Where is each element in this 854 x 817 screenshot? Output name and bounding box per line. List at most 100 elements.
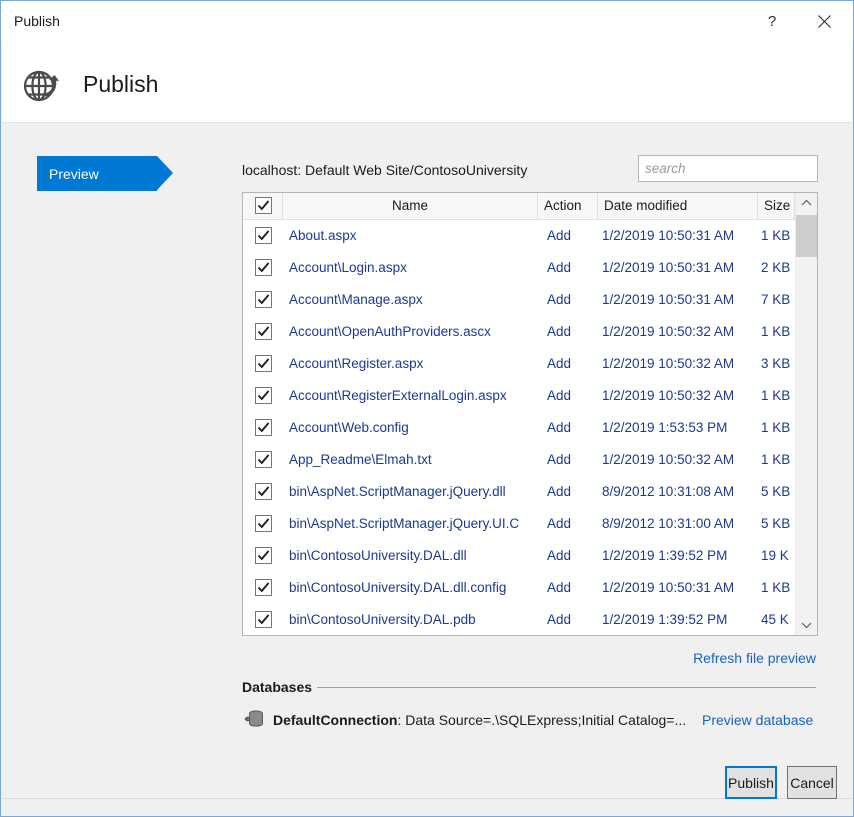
close-button[interactable] — [801, 1, 847, 42]
cell-size: 1 KB — [758, 220, 795, 252]
table-row[interactable]: bin\AspNet.ScriptManager.jQuery.UI.CAdd8… — [243, 508, 795, 540]
cell-action: Add — [538, 316, 598, 348]
scroll-up-button[interactable] — [796, 193, 817, 213]
cell-file-name: bin\ContosoUniversity.DAL.pdb — [283, 604, 538, 635]
row-checkbox-cell[interactable] — [243, 572, 283, 604]
row-checkbox-cell[interactable] — [243, 508, 283, 540]
databases-separator — [317, 687, 816, 688]
cell-file-name: bin\AspNet.ScriptManager.jQuery.dll — [283, 476, 538, 508]
checkmark-icon — [257, 549, 270, 562]
cell-size: 5 KB — [758, 508, 795, 540]
row-checkbox-cell[interactable] — [243, 252, 283, 284]
table-row[interactable]: bin\ContosoUniversity.DAL.pdbAdd1/2/2019… — [243, 604, 795, 635]
table-row[interactable]: Account\Register.aspxAdd1/2/2019 10:50:3… — [243, 348, 795, 380]
row-checkbox-cell[interactable] — [243, 444, 283, 476]
row-checkbox-cell[interactable] — [243, 348, 283, 380]
table-row[interactable]: Account\Login.aspxAdd1/2/2019 10:50:31 A… — [243, 252, 795, 284]
row-checkbox[interactable] — [255, 611, 272, 628]
row-checkbox[interactable] — [255, 515, 272, 532]
cell-size: 5 KB — [758, 476, 795, 508]
cell-action: Add — [538, 540, 598, 572]
row-checkbox[interactable] — [255, 579, 272, 596]
table-row[interactable]: bin\ContosoUniversity.DAL.dll.configAdd1… — [243, 572, 795, 604]
row-checkbox-cell[interactable] — [243, 380, 283, 412]
row-checkbox-cell[interactable] — [243, 540, 283, 572]
cell-size: 45 K — [758, 604, 795, 635]
cell-action: Add — [538, 252, 598, 284]
cell-size: 3 KB — [758, 348, 795, 380]
cell-date-modified: 1/2/2019 1:39:52 PM — [598, 540, 758, 572]
cell-action: Add — [538, 604, 598, 635]
cell-file-name: Account\Manage.aspx — [283, 284, 538, 316]
checkmark-icon — [257, 325, 270, 338]
row-checkbox[interactable] — [255, 387, 272, 404]
column-header-size[interactable]: Size — [758, 193, 795, 219]
select-all-header-cell[interactable] — [243, 193, 283, 219]
checkmark-icon — [257, 485, 270, 498]
row-checkbox[interactable] — [255, 419, 272, 436]
checkmark-icon — [257, 453, 270, 466]
row-checkbox-cell[interactable] — [243, 604, 283, 635]
help-button[interactable]: ? — [749, 1, 795, 42]
row-checkbox[interactable] — [255, 227, 272, 244]
checkmark-icon — [257, 229, 270, 242]
cell-date-modified: 1/2/2019 10:50:32 AM — [598, 444, 758, 476]
row-checkbox-cell[interactable] — [243, 476, 283, 508]
row-checkbox-cell[interactable] — [243, 220, 283, 252]
table-row[interactable]: Account\Manage.aspxAdd1/2/2019 10:50:31 … — [243, 284, 795, 316]
file-list-scrollbar[interactable] — [795, 193, 817, 635]
row-checkbox[interactable] — [255, 323, 272, 340]
checkmark-icon — [257, 517, 270, 530]
file-list-header: Name Action Date modified Size — [243, 193, 817, 220]
row-checkbox[interactable] — [255, 355, 272, 372]
row-checkbox[interactable] — [255, 483, 272, 500]
chevron-up-icon — [801, 199, 812, 207]
cell-size: 1 KB — [758, 444, 795, 476]
file-list-body: About.aspxAdd1/2/2019 10:50:31 AM1 KBAcc… — [243, 220, 795, 635]
cell-file-name: About.aspx — [283, 220, 538, 252]
table-row[interactable]: bin\AspNet.ScriptManager.jQuery.dllAdd8/… — [243, 476, 795, 508]
select-all-checkbox[interactable] — [255, 197, 272, 214]
search-input[interactable] — [638, 155, 818, 182]
cell-file-name: Account\Login.aspx — [283, 252, 538, 284]
cell-date-modified: 1/2/2019 10:50:32 AM — [598, 380, 758, 412]
database-connection-string: : Data Source=.\SQLExpress;Initial Catal… — [397, 712, 686, 728]
table-row[interactable]: Account\OpenAuthProviders.ascxAdd1/2/201… — [243, 316, 795, 348]
row-checkbox[interactable] — [255, 547, 272, 564]
column-header-action[interactable]: Action — [538, 193, 598, 219]
row-checkbox-cell[interactable] — [243, 284, 283, 316]
row-checkbox[interactable] — [255, 451, 272, 468]
table-row[interactable]: Account\Web.configAdd1/2/2019 1:53:53 PM… — [243, 412, 795, 444]
cell-file-name: Account\Register.aspx — [283, 348, 538, 380]
database-connection-row: DefaultConnection: Data Source=.\SQLExpr… — [273, 711, 686, 729]
column-header-date-modified[interactable]: Date modified — [598, 193, 758, 219]
preview-database-link[interactable]: Preview database — [702, 711, 813, 729]
cell-file-name: bin\ContosoUniversity.DAL.dll — [283, 540, 538, 572]
row-checkbox[interactable] — [255, 259, 272, 276]
publish-target-path: localhost: Default Web Site/ContosoUnive… — [242, 161, 527, 179]
cell-size: 1 KB — [758, 572, 795, 604]
scrollbar-thumb[interactable] — [796, 215, 817, 257]
publish-globe-icon — [19, 63, 63, 107]
cancel-button[interactable]: Cancel — [787, 766, 837, 799]
cell-date-modified: 1/2/2019 10:50:31 AM — [598, 220, 758, 252]
scroll-down-button[interactable] — [796, 615, 817, 635]
cell-size: 1 KB — [758, 380, 795, 412]
sidebar-item-preview[interactable]: Preview — [37, 156, 197, 191]
publish-button[interactable]: Publish — [725, 766, 777, 799]
row-checkbox-cell[interactable] — [243, 316, 283, 348]
table-row[interactable]: bin\ContosoUniversity.DAL.dllAdd1/2/2019… — [243, 540, 795, 572]
table-row[interactable]: About.aspxAdd1/2/2019 10:50:31 AM1 KB — [243, 220, 795, 252]
close-icon — [818, 15, 831, 28]
cell-action: Add — [538, 348, 598, 380]
table-row[interactable]: Account\RegisterExternalLogin.aspxAdd1/2… — [243, 380, 795, 412]
table-row[interactable]: App_Readme\Elmah.txtAdd1/2/2019 10:50:32… — [243, 444, 795, 476]
cell-file-name: bin\ContosoUniversity.DAL.dll.config — [283, 572, 538, 604]
refresh-file-preview-link[interactable]: Refresh file preview — [693, 649, 816, 667]
row-checkbox[interactable] — [255, 291, 272, 308]
row-checkbox-cell[interactable] — [243, 412, 283, 444]
cell-date-modified: 1/2/2019 10:50:31 AM — [598, 572, 758, 604]
column-header-name[interactable]: Name — [283, 193, 538, 219]
cell-action: Add — [538, 380, 598, 412]
cell-size: 1 KB — [758, 412, 795, 444]
